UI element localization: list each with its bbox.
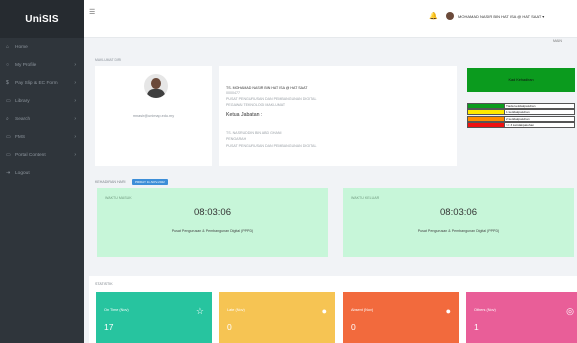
clock-out-card: WAKTU KELUAR 08:03:06 Pusat Pengurusan &… xyxy=(343,188,574,257)
clock-in-location: Pusat Pengurusan & Pembangunan Digital (… xyxy=(171,229,254,233)
stat-value: 17 xyxy=(104,322,114,332)
star-icon: ☆ xyxy=(195,306,204,316)
ketua-role: PENGARAH xyxy=(226,137,247,141)
sidebar-item-search[interactable]: ⌕ Search › xyxy=(0,110,84,128)
profile-photo xyxy=(144,74,168,98)
user-menu[interactable]: MOHAMAD NASIR BIN HAT ISA @ HAT SAAT ▾ xyxy=(458,14,544,19)
profile-name: TS. MOHAMAD NASIR BIN HAT ISA @ HAT SAAT xyxy=(226,86,308,90)
clock-in-card: WAKTU MASUK 08:03:06 Pusat Pengurusan & … xyxy=(97,188,328,257)
stat-value: 1 xyxy=(474,322,479,332)
sidebar-item-pay-slip-ec-form[interactable]: $ Pay Slip & EC Form › xyxy=(0,74,84,92)
book-icon: ▭ xyxy=(6,98,11,104)
clock-out-time: 08:03:06 xyxy=(440,207,477,218)
folder-icon: ▭ xyxy=(6,134,11,140)
sidebar-item-home[interactable]: ⌂ Home xyxy=(0,38,84,56)
stat-value: 0 xyxy=(351,322,356,332)
sidebar-item-label: Portal Content xyxy=(15,152,46,158)
clock-out-location: Pusat Pengurusan & Pembangunan Digital (… xyxy=(417,229,500,233)
sidebar-item-logout[interactable]: ⇥ Logout xyxy=(0,164,84,182)
stat-label: On Time (Nov) xyxy=(104,308,129,312)
stat-label: Late (Nov) xyxy=(227,308,245,312)
legend-row: >= 3 ketidakpatuhan xyxy=(467,122,575,128)
sidebar-item-label: Pay Slip & EC Form xyxy=(15,80,58,86)
chevron-right-icon: › xyxy=(74,134,76,140)
stat-card[interactable]: Absent (Nov) 0 ● xyxy=(343,292,459,343)
sidebar-item-label: Library xyxy=(15,98,30,104)
dollar-icon: $ xyxy=(6,80,9,86)
sidebar-item-portal-content[interactable]: ▭ Portal Content › xyxy=(0,146,84,164)
stat-card[interactable]: Late (Nov) 0 ● xyxy=(219,292,335,343)
attendance-card-legend-header: Kad Kehadiran xyxy=(467,68,575,92)
clock-in-title: WAKTU MASUK xyxy=(105,196,132,200)
clock-out-title: WAKTU KELUAR xyxy=(351,196,380,200)
legend-swatch xyxy=(468,123,504,127)
sidebar-item-fms[interactable]: ▭ FMS › xyxy=(0,128,84,146)
breadcrumb: MAIN xyxy=(553,39,562,43)
attendance-section-title: KEHADIRAN HARI xyxy=(95,180,126,184)
notification-bell-icon[interactable]: 🔔 xyxy=(429,12,438,20)
legend-swatch xyxy=(468,110,504,114)
legend-label: >= 3 ketidakpatuhan xyxy=(504,123,574,127)
chevron-right-icon: › xyxy=(74,98,76,104)
search-icon: ⌕ xyxy=(6,116,9,122)
sidebar-item-library[interactable]: ▭ Library › xyxy=(0,92,84,110)
ketua-department: PUSAT PENGURUSAN DAN PEMBANGUNAN DIGITAL xyxy=(226,144,317,148)
attendance-date-badge: PRIDAY 11-NOV-2022 xyxy=(132,179,168,185)
stat-value: 0 xyxy=(227,322,232,332)
profile-section-title: MAKLUMAT DIRI xyxy=(95,58,122,62)
statistics-section-title: STATISTIK xyxy=(95,282,113,286)
legend-swatch xyxy=(468,117,504,121)
app-logo[interactable]: UniSIS xyxy=(0,0,84,38)
sidebar-item-label: FMS xyxy=(15,134,26,140)
sidebar: UniSIS ⌂ Home ○ My Profile › $ Pay Slip & EC F… xyxy=(0,0,84,343)
user-avatar[interactable] xyxy=(446,12,454,20)
sidebar-item-my-profile[interactable]: ○ My Profile › xyxy=(0,56,84,74)
stat-card[interactable]: On Time (Nov) 17 ☆ xyxy=(96,292,212,343)
legend-label: 2 ketidakpatuhan xyxy=(504,117,574,121)
ketua-name: TS. NASRUDDIN BIN ABD GHANI xyxy=(226,131,282,135)
user-icon: ○ xyxy=(6,62,10,68)
profile-id: 0000477 xyxy=(226,91,240,95)
content-icon: ▭ xyxy=(6,152,11,158)
home-icon: ⌂ xyxy=(6,44,10,50)
logout-icon: ⇥ xyxy=(6,170,11,176)
stat-label: Others (Nov) xyxy=(474,308,496,312)
legend-label: Tiada ketidakpatuhan xyxy=(504,104,574,108)
others-icon: ◎ xyxy=(566,306,574,316)
profile-email: mnasir@unimap.edu.my xyxy=(132,114,175,118)
absent-icon: ● xyxy=(445,306,451,316)
sidebar-item-label: Home xyxy=(15,44,28,50)
stat-label: Absent (Nov) xyxy=(351,308,374,312)
legend-swatch xyxy=(468,104,504,108)
menu-toggle-icon[interactable]: ☰ xyxy=(89,8,95,16)
legend-row: 1 ketidakpatuhan xyxy=(467,109,575,115)
clock-in-time: 08:03:06 xyxy=(194,207,231,218)
chevron-right-icon: › xyxy=(74,80,76,86)
chevron-right-icon: › xyxy=(74,116,76,122)
chevron-right-icon: › xyxy=(74,62,76,68)
profile-position: PEGAWAI TEKNOLOGI MAKLUMAT xyxy=(226,103,286,107)
sidebar-item-label: Search xyxy=(15,116,31,122)
sidebar-item-label: Logout xyxy=(15,170,30,176)
chevron-right-icon: › xyxy=(74,152,76,158)
sidebar-item-label: My Profile xyxy=(15,62,37,68)
ketua-jabatan-label: Ketua Jabatan : xyxy=(226,112,263,118)
legend-label: 1 ketidakpatuhan xyxy=(504,110,574,114)
clock-icon: ● xyxy=(321,306,327,316)
topbar: ☰ 🔔 MOHAMAD NASIR BIN HAT ISA @ HAT SAAT… xyxy=(84,0,577,38)
stat-card[interactable]: Others (Nov) 1 ◎ xyxy=(466,292,577,343)
profile-department: PUSAT PENGURUSAN DAN PEMBANGUNAN DIGITAL xyxy=(226,97,317,101)
